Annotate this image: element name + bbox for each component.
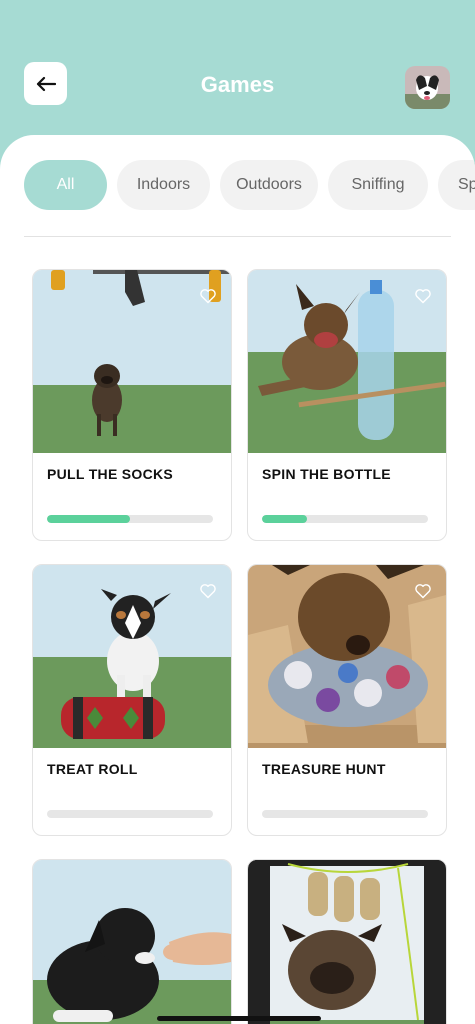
game-image xyxy=(248,270,446,453)
divider xyxy=(24,236,451,237)
filter-chips: All Indoors Outdoors Sniffing Sp xyxy=(24,160,475,210)
game-title: TREASURE HUNT xyxy=(262,761,386,777)
game-card-spin-the-bottle[interactable]: SPIN THE BOTTLE xyxy=(247,269,447,541)
heart-outline-icon[interactable] xyxy=(199,583,217,599)
progress-bar xyxy=(47,515,213,523)
game-image xyxy=(33,270,231,453)
game-image xyxy=(33,860,231,1024)
game-title: TREAT ROLL xyxy=(47,761,138,777)
progress-fill xyxy=(262,515,307,523)
filter-chip-sniffing[interactable]: Sniffing xyxy=(328,160,428,210)
filter-chip-indoors[interactable]: Indoors xyxy=(117,160,210,210)
home-indicator xyxy=(157,1016,321,1021)
heart-outline-icon[interactable] xyxy=(414,583,432,599)
progress-bar xyxy=(47,810,213,818)
game-title: SPIN THE BOTTLE xyxy=(262,466,391,482)
progress-fill xyxy=(47,515,130,523)
filter-chip-all[interactable]: All xyxy=(24,160,107,210)
game-card-pull-the-socks[interactable]: PULL THE SOCKS xyxy=(32,269,232,541)
filter-chip-partial[interactable]: Sp xyxy=(438,160,475,210)
progress-bar xyxy=(262,810,428,818)
heart-outline-icon[interactable] xyxy=(199,288,217,304)
game-card-treasure-hunt[interactable]: TREASURE HUNT xyxy=(247,564,447,836)
progress-bar xyxy=(262,515,428,523)
content-sheet: All Indoors Outdoors Sniffing Sp PULL THE xyxy=(0,135,475,1024)
filter-chip-outdoors[interactable]: Outdoors xyxy=(220,160,318,210)
game-image xyxy=(248,860,446,1024)
game-card-treat-roll[interactable]: TREAT ROLL xyxy=(32,564,232,836)
heart-outline-icon[interactable] xyxy=(414,288,432,304)
game-title: PULL THE SOCKS xyxy=(47,466,174,482)
profile-avatar[interactable] xyxy=(405,66,450,109)
game-card-6[interactable] xyxy=(247,859,447,1024)
game-image xyxy=(33,565,231,748)
game-image xyxy=(248,565,446,748)
game-card-5[interactable] xyxy=(32,859,232,1024)
page-title: Games xyxy=(200,72,275,97)
